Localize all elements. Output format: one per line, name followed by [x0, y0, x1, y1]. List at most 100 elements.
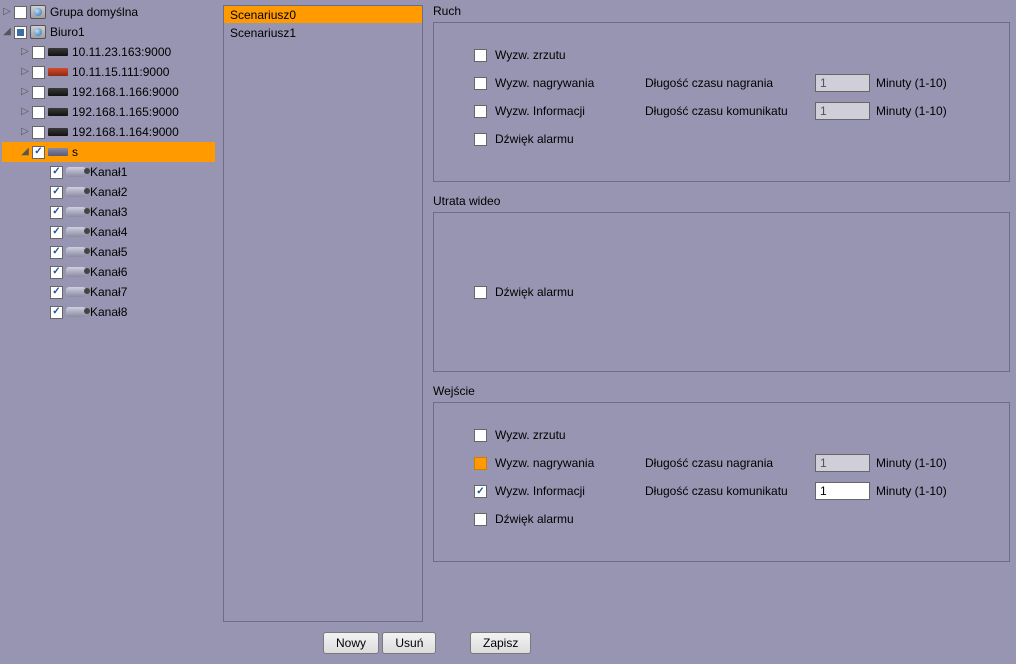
label: Wyzw. nagrywania	[495, 76, 645, 90]
group-icon	[30, 25, 46, 39]
message-length-input[interactable]	[815, 102, 870, 120]
checkbox-snapshot[interactable]	[474, 429, 487, 442]
checkbox[interactable]	[32, 46, 45, 59]
checkbox[interactable]	[32, 106, 45, 119]
record-length-input[interactable]	[815, 454, 870, 472]
checkbox-snapshot[interactable]	[474, 49, 487, 62]
camera-icon	[66, 247, 86, 257]
tree-label: Grupa domyślna	[50, 2, 138, 22]
nvr-icon	[48, 48, 68, 56]
checkbox[interactable]	[32, 126, 45, 139]
new-button[interactable]: Nowy	[323, 632, 379, 654]
row-snapshot: Wyzw. zrzutu	[474, 41, 979, 69]
label: Wyzw. nagrywania	[495, 456, 645, 470]
expand-arrow-icon[interactable]: ▷	[20, 42, 30, 62]
row-alarm: Dźwięk alarmu	[474, 125, 979, 153]
tree-label: Biuro1	[50, 22, 85, 42]
scenario-item-1[interactable]: Scenariusz1	[224, 24, 422, 42]
tree-label: Kanał7	[90, 282, 127, 302]
tree-node-device[interactable]: ▷ 192.168.1.166:9000	[2, 82, 215, 102]
checkbox-alarm[interactable]	[474, 513, 487, 526]
row-snapshot: Wyzw. zrzutu	[474, 421, 979, 449]
tree-node-channel[interactable]: Kanał7	[2, 282, 215, 302]
expand-arrow-icon[interactable]: ▷	[2, 2, 12, 22]
checkbox[interactable]	[50, 246, 63, 259]
tree-node-biuro1[interactable]: ◢ Biuro1	[2, 22, 215, 42]
unit-label: Minuty (1-10)	[876, 104, 947, 118]
tree-node-channel[interactable]: Kanał6	[2, 262, 215, 282]
label: Długość czasu nagrania	[645, 76, 815, 90]
device-tree: ▷ Grupa domyślna ◢ Biuro1 ▷ 10.11.23.163…	[0, 0, 215, 664]
tree-node-device[interactable]: ▷ 192.168.1.165:9000	[2, 102, 215, 122]
checkbox[interactable]	[32, 66, 45, 79]
save-button[interactable]: Zapisz	[470, 632, 531, 654]
checkbox-alarm[interactable]	[474, 133, 487, 146]
device-icon	[48, 148, 68, 156]
tree-node-default-group[interactable]: ▷ Grupa domyślna	[2, 2, 215, 22]
tree-node-channel[interactable]: Kanał4	[2, 222, 215, 242]
checkbox[interactable]	[32, 86, 45, 99]
tree-label: Kanał4	[90, 222, 127, 242]
camera-icon	[66, 187, 86, 197]
expand-arrow-icon[interactable]: ▷	[20, 62, 30, 82]
checkbox-info[interactable]	[474, 485, 487, 498]
expand-arrow-icon[interactable]: ▷	[20, 122, 30, 142]
camera-icon	[66, 267, 86, 277]
tree-label: 10.11.23.163:9000	[72, 42, 171, 62]
tree-node-device[interactable]: ▷ 10.11.23.163:9000	[2, 42, 215, 62]
unit-label: Minuty (1-10)	[876, 484, 947, 498]
scenario-item-0[interactable]: Scenariusz0	[224, 6, 422, 24]
tree-node-device[interactable]: ▷ 192.168.1.164:9000	[2, 122, 215, 142]
camera-icon	[66, 307, 86, 317]
group-box: Dźwięk alarmu	[433, 212, 1010, 372]
label: Dźwięk alarmu	[495, 512, 645, 526]
group-icon	[30, 5, 46, 19]
label: Wyzw. Informacji	[495, 484, 645, 498]
group-videoloss: Utrata wideo Dźwięk alarmu	[433, 194, 1010, 372]
tree-label: Kanał2	[90, 182, 127, 202]
record-length-input[interactable]	[815, 74, 870, 92]
label: Długość czasu komunikatu	[645, 484, 815, 498]
message-length-input[interactable]	[815, 482, 870, 500]
checkbox-info[interactable]	[474, 105, 487, 118]
scenario-list: Scenariusz0 Scenariusz1	[223, 5, 423, 622]
delete-button[interactable]: Usuń	[382, 632, 436, 654]
tree-node-channel[interactable]: Kanał1	[2, 162, 215, 182]
tree-label: Kanał1	[90, 162, 127, 182]
group-box: Wyzw. zrzutu Wyzw. nagrywania Długość cz…	[433, 22, 1010, 182]
tree-node-s[interactable]: ◢ s	[2, 142, 215, 162]
nvr-icon	[48, 68, 68, 76]
tree-node-channel[interactable]: Kanał2	[2, 182, 215, 202]
row-alarm: Dźwięk alarmu	[474, 278, 645, 306]
checkbox[interactable]	[50, 186, 63, 199]
tree-node-channel[interactable]: Kanał5	[2, 242, 215, 262]
checkbox[interactable]	[50, 206, 63, 219]
checkbox-record[interactable]	[474, 77, 487, 90]
camera-icon	[66, 207, 86, 217]
checkbox[interactable]	[14, 6, 27, 19]
label: Dźwięk alarmu	[495, 285, 645, 299]
expand-arrow-icon[interactable]: ▷	[20, 82, 30, 102]
expand-arrow-icon[interactable]: ◢	[2, 22, 12, 42]
checkbox[interactable]	[50, 286, 63, 299]
checkbox[interactable]	[32, 146, 45, 159]
tree-label: Kanał6	[90, 262, 127, 282]
checkbox-alarm[interactable]	[474, 286, 487, 299]
expand-arrow-icon[interactable]: ▷	[20, 102, 30, 122]
expand-arrow-icon[interactable]: ◢	[20, 142, 30, 162]
row-info: Wyzw. Informacji Długość czasu komunikat…	[474, 477, 979, 505]
tree-node-channel[interactable]: Kanał8	[2, 302, 215, 322]
checkbox-record[interactable]	[474, 457, 487, 470]
camera-icon	[66, 287, 86, 297]
checkbox[interactable]	[50, 166, 63, 179]
settings-panel: Ruch Wyzw. zrzutu Wyzw. nagrywania Długo…	[423, 0, 1016, 664]
tree-node-channel[interactable]: Kanał3	[2, 202, 215, 222]
checkbox[interactable]	[50, 226, 63, 239]
label: Długość czasu nagrania	[645, 456, 815, 470]
nvr-icon	[48, 88, 68, 96]
checkbox[interactable]	[14, 26, 27, 39]
checkbox[interactable]	[50, 306, 63, 319]
tree-node-device[interactable]: ▷ 10.11.15.111:9000	[2, 62, 215, 82]
checkbox[interactable]	[50, 266, 63, 279]
label: Wyzw. zrzutu	[495, 428, 645, 442]
